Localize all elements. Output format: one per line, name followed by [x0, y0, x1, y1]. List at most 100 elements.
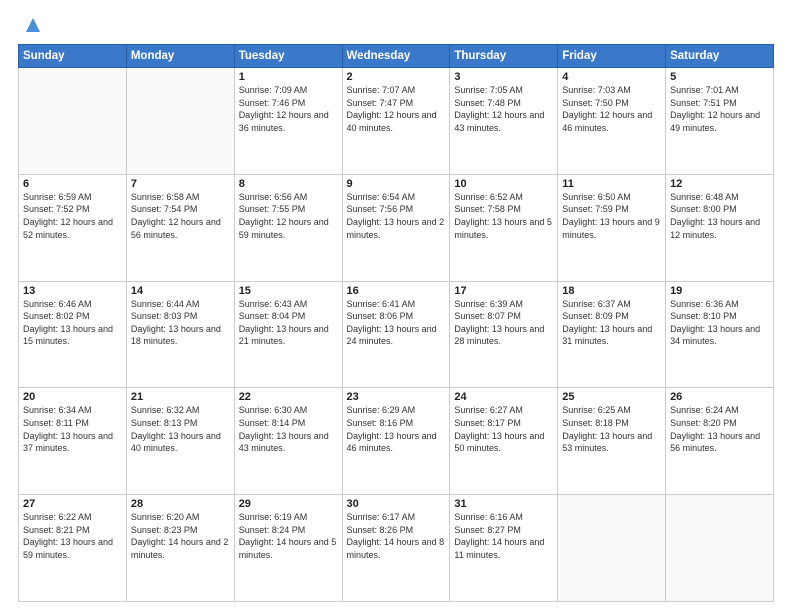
day-number: 20	[23, 391, 122, 403]
page-header	[18, 18, 774, 36]
day-cell: 28Sunrise: 6:20 AM Sunset: 8:23 PM Dayli…	[126, 495, 234, 602]
weekday-header-row: SundayMondayTuesdayWednesdayThursdayFrid…	[19, 45, 774, 68]
day-number: 3	[454, 71, 553, 83]
day-number: 9	[347, 178, 446, 190]
day-cell: 21Sunrise: 6:32 AM Sunset: 8:13 PM Dayli…	[126, 388, 234, 495]
day-cell: 24Sunrise: 6:27 AM Sunset: 8:17 PM Dayli…	[450, 388, 558, 495]
day-cell	[126, 68, 234, 175]
day-cell: 18Sunrise: 6:37 AM Sunset: 8:09 PM Dayli…	[558, 281, 666, 388]
day-number: 8	[239, 178, 338, 190]
day-cell: 3Sunrise: 7:05 AM Sunset: 7:48 PM Daylig…	[450, 68, 558, 175]
day-cell: 22Sunrise: 6:30 AM Sunset: 8:14 PM Dayli…	[234, 388, 342, 495]
day-info: Sunrise: 6:27 AM Sunset: 8:17 PM Dayligh…	[454, 404, 553, 454]
day-cell: 23Sunrise: 6:29 AM Sunset: 8:16 PM Dayli…	[342, 388, 450, 495]
day-info: Sunrise: 6:37 AM Sunset: 8:09 PM Dayligh…	[562, 298, 661, 348]
day-info: Sunrise: 7:01 AM Sunset: 7:51 PM Dayligh…	[670, 84, 769, 134]
day-info: Sunrise: 6:59 AM Sunset: 7:52 PM Dayligh…	[23, 191, 122, 241]
day-cell: 2Sunrise: 7:07 AM Sunset: 7:47 PM Daylig…	[342, 68, 450, 175]
day-info: Sunrise: 6:44 AM Sunset: 8:03 PM Dayligh…	[131, 298, 230, 348]
day-cell: 11Sunrise: 6:50 AM Sunset: 7:59 PM Dayli…	[558, 174, 666, 281]
weekday-tuesday: Tuesday	[234, 45, 342, 68]
day-info: Sunrise: 7:05 AM Sunset: 7:48 PM Dayligh…	[454, 84, 553, 134]
day-cell: 29Sunrise: 6:19 AM Sunset: 8:24 PM Dayli…	[234, 495, 342, 602]
day-info: Sunrise: 6:50 AM Sunset: 7:59 PM Dayligh…	[562, 191, 661, 241]
weekday-thursday: Thursday	[450, 45, 558, 68]
day-info: Sunrise: 7:03 AM Sunset: 7:50 PM Dayligh…	[562, 84, 661, 134]
day-cell: 19Sunrise: 6:36 AM Sunset: 8:10 PM Dayli…	[666, 281, 774, 388]
day-info: Sunrise: 6:46 AM Sunset: 8:02 PM Dayligh…	[23, 298, 122, 348]
day-info: Sunrise: 6:24 AM Sunset: 8:20 PM Dayligh…	[670, 404, 769, 454]
week-row-4: 20Sunrise: 6:34 AM Sunset: 8:11 PM Dayli…	[19, 388, 774, 495]
weekday-friday: Friday	[558, 45, 666, 68]
day-cell: 5Sunrise: 7:01 AM Sunset: 7:51 PM Daylig…	[666, 68, 774, 175]
day-cell: 4Sunrise: 7:03 AM Sunset: 7:50 PM Daylig…	[558, 68, 666, 175]
day-cell: 1Sunrise: 7:09 AM Sunset: 7:46 PM Daylig…	[234, 68, 342, 175]
day-number: 18	[562, 285, 661, 297]
week-row-5: 27Sunrise: 6:22 AM Sunset: 8:21 PM Dayli…	[19, 495, 774, 602]
day-cell: 6Sunrise: 6:59 AM Sunset: 7:52 PM Daylig…	[19, 174, 127, 281]
day-number: 30	[347, 498, 446, 510]
day-number: 21	[131, 391, 230, 403]
day-number: 22	[239, 391, 338, 403]
logo	[18, 18, 44, 36]
day-number: 14	[131, 285, 230, 297]
day-number: 6	[23, 178, 122, 190]
day-number: 19	[670, 285, 769, 297]
day-info: Sunrise: 6:58 AM Sunset: 7:54 PM Dayligh…	[131, 191, 230, 241]
day-number: 11	[562, 178, 661, 190]
day-info: Sunrise: 6:39 AM Sunset: 8:07 PM Dayligh…	[454, 298, 553, 348]
day-info: Sunrise: 6:19 AM Sunset: 8:24 PM Dayligh…	[239, 511, 338, 561]
day-cell: 14Sunrise: 6:44 AM Sunset: 8:03 PM Dayli…	[126, 281, 234, 388]
day-cell	[19, 68, 127, 175]
day-info: Sunrise: 6:22 AM Sunset: 8:21 PM Dayligh…	[23, 511, 122, 561]
day-info: Sunrise: 6:36 AM Sunset: 8:10 PM Dayligh…	[670, 298, 769, 348]
day-number: 7	[131, 178, 230, 190]
week-row-1: 1Sunrise: 7:09 AM Sunset: 7:46 PM Daylig…	[19, 68, 774, 175]
day-cell: 10Sunrise: 6:52 AM Sunset: 7:58 PM Dayli…	[450, 174, 558, 281]
day-number: 4	[562, 71, 661, 83]
day-info: Sunrise: 6:25 AM Sunset: 8:18 PM Dayligh…	[562, 404, 661, 454]
calendar-table: SundayMondayTuesdayWednesdayThursdayFrid…	[18, 44, 774, 602]
day-cell: 8Sunrise: 6:56 AM Sunset: 7:55 PM Daylig…	[234, 174, 342, 281]
day-info: Sunrise: 6:43 AM Sunset: 8:04 PM Dayligh…	[239, 298, 338, 348]
day-cell: 25Sunrise: 6:25 AM Sunset: 8:18 PM Dayli…	[558, 388, 666, 495]
day-info: Sunrise: 6:16 AM Sunset: 8:27 PM Dayligh…	[454, 511, 553, 561]
day-number: 24	[454, 391, 553, 403]
day-info: Sunrise: 6:17 AM Sunset: 8:26 PM Dayligh…	[347, 511, 446, 561]
day-cell: 30Sunrise: 6:17 AM Sunset: 8:26 PM Dayli…	[342, 495, 450, 602]
week-row-3: 13Sunrise: 6:46 AM Sunset: 8:02 PM Dayli…	[19, 281, 774, 388]
day-number: 13	[23, 285, 122, 297]
day-info: Sunrise: 6:29 AM Sunset: 8:16 PM Dayligh…	[347, 404, 446, 454]
day-cell: 26Sunrise: 6:24 AM Sunset: 8:20 PM Dayli…	[666, 388, 774, 495]
day-info: Sunrise: 6:32 AM Sunset: 8:13 PM Dayligh…	[131, 404, 230, 454]
day-number: 26	[670, 391, 769, 403]
day-number: 23	[347, 391, 446, 403]
day-number: 5	[670, 71, 769, 83]
day-info: Sunrise: 6:54 AM Sunset: 7:56 PM Dayligh…	[347, 191, 446, 241]
day-info: Sunrise: 6:48 AM Sunset: 8:00 PM Dayligh…	[670, 191, 769, 241]
day-cell: 31Sunrise: 6:16 AM Sunset: 8:27 PM Dayli…	[450, 495, 558, 602]
day-number: 15	[239, 285, 338, 297]
day-info: Sunrise: 6:52 AM Sunset: 7:58 PM Dayligh…	[454, 191, 553, 241]
day-number: 1	[239, 71, 338, 83]
day-number: 16	[347, 285, 446, 297]
day-number: 2	[347, 71, 446, 83]
day-info: Sunrise: 6:30 AM Sunset: 8:14 PM Dayligh…	[239, 404, 338, 454]
day-number: 29	[239, 498, 338, 510]
day-cell: 16Sunrise: 6:41 AM Sunset: 8:06 PM Dayli…	[342, 281, 450, 388]
day-info: Sunrise: 6:20 AM Sunset: 8:23 PM Dayligh…	[131, 511, 230, 561]
day-number: 17	[454, 285, 553, 297]
day-number: 10	[454, 178, 553, 190]
day-info: Sunrise: 7:07 AM Sunset: 7:47 PM Dayligh…	[347, 84, 446, 134]
day-info: Sunrise: 6:34 AM Sunset: 8:11 PM Dayligh…	[23, 404, 122, 454]
day-cell: 7Sunrise: 6:58 AM Sunset: 7:54 PM Daylig…	[126, 174, 234, 281]
logo-icon	[22, 14, 44, 36]
weekday-sunday: Sunday	[19, 45, 127, 68]
day-number: 31	[454, 498, 553, 510]
day-info: Sunrise: 6:41 AM Sunset: 8:06 PM Dayligh…	[347, 298, 446, 348]
day-cell: 15Sunrise: 6:43 AM Sunset: 8:04 PM Dayli…	[234, 281, 342, 388]
day-number: 27	[23, 498, 122, 510]
weekday-monday: Monday	[126, 45, 234, 68]
week-row-2: 6Sunrise: 6:59 AM Sunset: 7:52 PM Daylig…	[19, 174, 774, 281]
day-cell: 12Sunrise: 6:48 AM Sunset: 8:00 PM Dayli…	[666, 174, 774, 281]
